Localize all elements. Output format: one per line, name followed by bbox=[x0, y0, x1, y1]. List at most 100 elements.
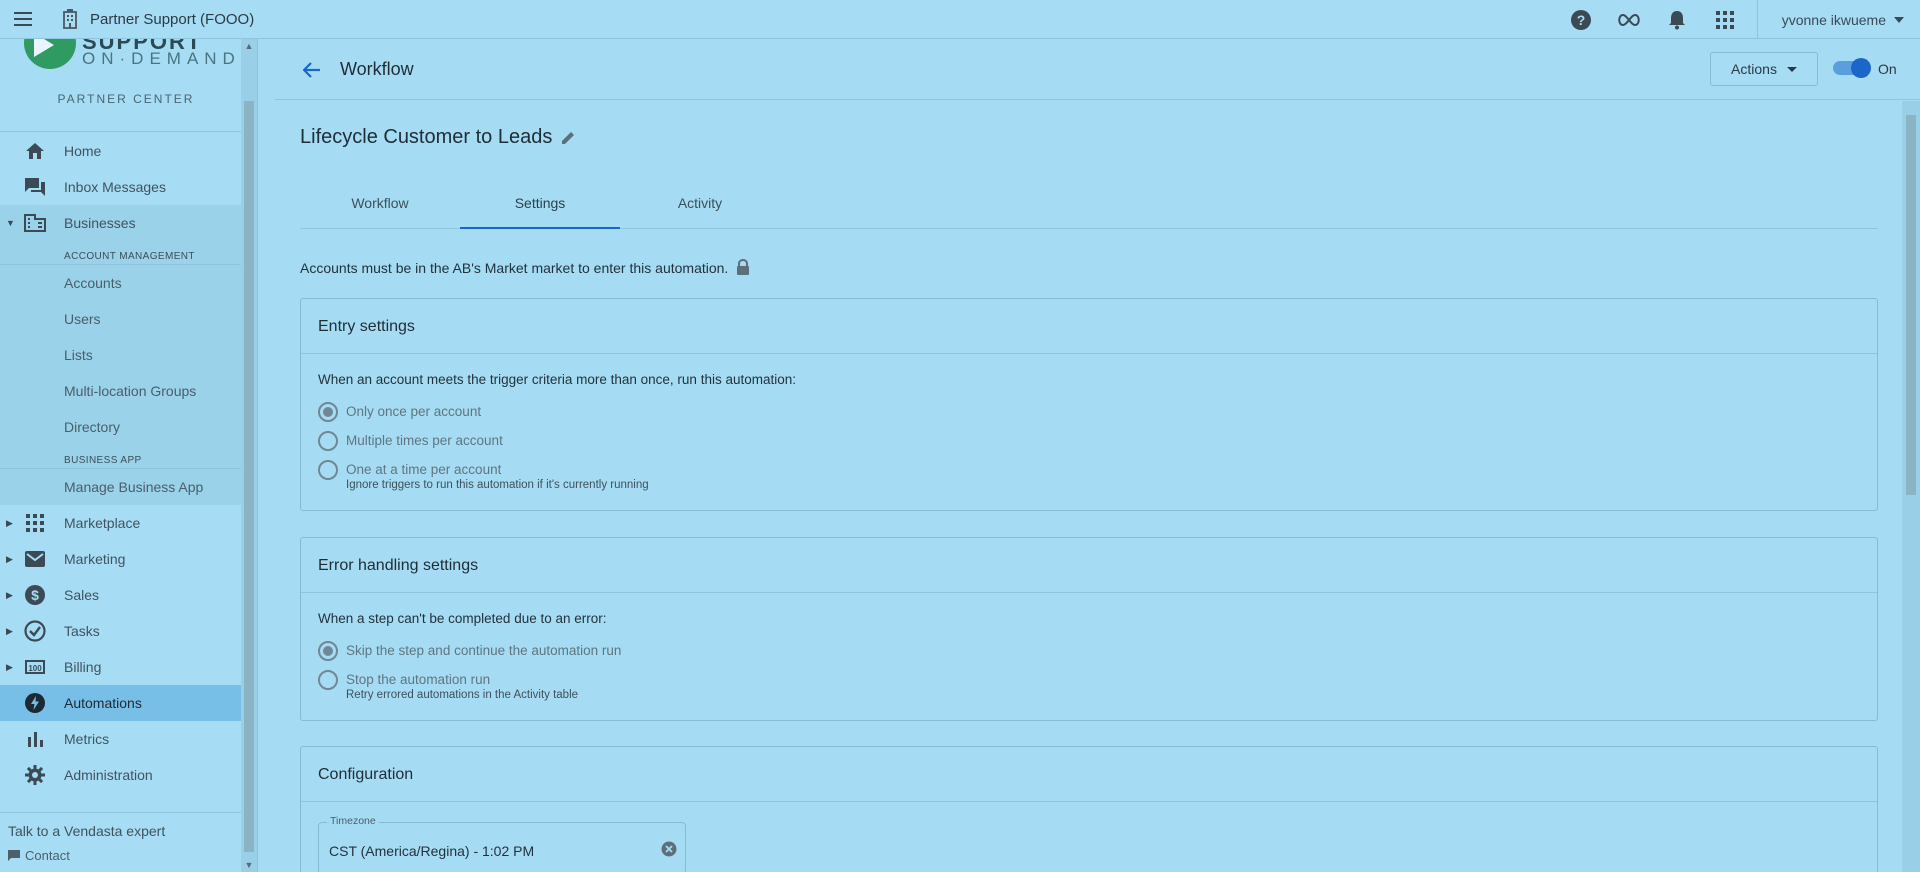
businesses-submenu: ACCOUNT MANAGEMENT Accounts Users Lists … bbox=[0, 241, 257, 505]
radio-button[interactable] bbox=[318, 401, 338, 422]
talk-to-expert-link[interactable]: Talk to a Vendasta expert bbox=[0, 823, 242, 839]
caret-right-icon: ▶ bbox=[6, 590, 13, 600]
menu-icon[interactable] bbox=[0, 0, 46, 39]
card-title: Error handling settings bbox=[301, 538, 1877, 593]
chat-icon bbox=[22, 175, 48, 199]
sidebar-item-accounts[interactable]: Accounts bbox=[0, 265, 257, 301]
radio-button[interactable] bbox=[318, 430, 338, 451]
sidebar-item-home[interactable]: Home bbox=[0, 133, 257, 169]
home-icon bbox=[22, 139, 48, 163]
sidebar-item-tasks[interactable]: ▶ Tasks bbox=[0, 613, 257, 649]
svg-text:?: ? bbox=[1576, 12, 1585, 28]
bar-chart-icon bbox=[22, 727, 48, 751]
radio-only-once[interactable]: Only once per account bbox=[318, 397, 1860, 426]
top-bar: Partner Support (FOOO) ? yvonne ikwueme bbox=[0, 0, 1920, 39]
sidebar-item-billing[interactable]: ▶ 100 Billing bbox=[0, 649, 257, 685]
timezone-value: CST (America/Regina) - 1:02 PM bbox=[329, 843, 535, 859]
actions-button[interactable]: Actions bbox=[1710, 52, 1818, 86]
radio-button[interactable] bbox=[318, 459, 338, 480]
svg-text:100: 100 bbox=[28, 664, 42, 673]
caret-right-icon: ▶ bbox=[6, 626, 13, 636]
scroll-down-icon[interactable]: ▼ bbox=[241, 858, 257, 872]
main-content: Lifecycle Customer to Leads Workflow Set… bbox=[275, 101, 1902, 872]
card-title: Entry settings bbox=[301, 299, 1877, 354]
error-question: When a step can't be completed due to an… bbox=[318, 611, 607, 626]
caret-right-icon: ▶ bbox=[6, 662, 13, 672]
billing-icon: 100 bbox=[22, 655, 48, 679]
tab-settings[interactable]: Settings bbox=[460, 183, 620, 229]
main-scrollbar[interactable] bbox=[1902, 101, 1920, 872]
workflow-tabs: Workflow Settings Activity bbox=[300, 183, 1878, 229]
bell-icon[interactable] bbox=[1653, 0, 1701, 39]
business-icon bbox=[22, 211, 48, 235]
sidebar-item-multi-location-groups[interactable]: Multi-location Groups bbox=[0, 373, 257, 409]
radio-button[interactable] bbox=[318, 669, 338, 690]
sidebar-item-directory[interactable]: Directory bbox=[0, 409, 257, 445]
timezone-label: Timezone bbox=[327, 815, 379, 827]
dollar-icon: $ bbox=[22, 583, 48, 607]
sidebar-item-users[interactable]: Users bbox=[0, 301, 257, 337]
sidebar-item-automations[interactable]: Automations bbox=[0, 685, 257, 721]
mail-icon bbox=[22, 547, 48, 571]
sidebar-item-sales[interactable]: ▶ $ Sales bbox=[0, 577, 257, 613]
partner-center-label: PARTNER CENTER bbox=[57, 92, 195, 106]
back-arrow-icon[interactable] bbox=[299, 57, 325, 83]
contact-link[interactable]: Contact bbox=[0, 848, 242, 863]
caret-right-icon: ▶ bbox=[6, 518, 13, 528]
lock-icon bbox=[736, 259, 750, 276]
sidebar-item-inbox[interactable]: Inbox Messages bbox=[0, 169, 257, 205]
help-icon[interactable]: ? bbox=[1557, 0, 1605, 39]
scroll-up-icon[interactable]: ▲ bbox=[241, 39, 257, 53]
sidebar: SUPPORT ON·DEMAND PARTNER CENTER Home In… bbox=[0, 39, 258, 872]
toggle-label: On bbox=[1878, 61, 1897, 77]
bolt-icon bbox=[22, 691, 48, 715]
clear-icon[interactable] bbox=[661, 841, 677, 857]
sidebar-nav: Home Inbox Messages ▼ Businesses ACCOUNT… bbox=[0, 133, 257, 793]
market-note: Accounts must be in the AB's Market mark… bbox=[300, 259, 750, 276]
sidebar-item-marketplace[interactable]: ▶ Marketplace bbox=[0, 505, 257, 541]
tab-workflow[interactable]: Workflow bbox=[300, 183, 460, 229]
caret-down-icon bbox=[1786, 66, 1797, 72]
radio-button[interactable] bbox=[318, 640, 338, 661]
chevron-down-icon bbox=[1894, 16, 1904, 23]
sidebar-item-manage-business-app[interactable]: Manage Business App bbox=[0, 469, 257, 505]
tab-activity[interactable]: Activity bbox=[620, 183, 780, 229]
svg-text:$: $ bbox=[31, 587, 39, 603]
user-name: yvonne ikwueme bbox=[1781, 11, 1886, 28]
caret-down-icon: ▼ bbox=[6, 218, 15, 228]
workflow-name: Lifecycle Customer to Leads bbox=[300, 126, 576, 149]
entry-question: When an account meets the trigger criter… bbox=[318, 372, 796, 387]
business-app-header: BUSINESS APP bbox=[0, 445, 257, 469]
sidebar-item-metrics[interactable]: Metrics bbox=[0, 721, 257, 757]
user-menu[interactable]: yvonne ikwueme bbox=[1756, 0, 1920, 39]
timezone-field[interactable]: Timezone CST (America/Regina) - 1:02 PM bbox=[318, 815, 686, 872]
radio-skip-step[interactable]: Skip the step and continue the automatio… bbox=[318, 636, 1860, 665]
grid-icon bbox=[22, 511, 48, 535]
sidebar-item-businesses[interactable]: ▼ Businesses bbox=[0, 205, 257, 241]
check-circle-icon bbox=[22, 619, 48, 643]
apps-grid-icon[interactable] bbox=[1701, 0, 1749, 39]
sidebar-item-marketing[interactable]: ▶ Marketing bbox=[0, 541, 257, 577]
page-header: Workflow Actions On bbox=[275, 39, 1920, 100]
error-hint: Retry errored automations in the Activit… bbox=[346, 689, 579, 701]
edit-pencil-icon[interactable] bbox=[560, 130, 576, 146]
entry-settings-card: Entry settings When an account meets the… bbox=[300, 298, 1878, 511]
org-switcher[interactable]: Partner Support (FOOO) bbox=[90, 11, 254, 28]
gear-icon bbox=[22, 763, 48, 787]
configuration-card: Configuration Timezone CST (America/Regi… bbox=[300, 746, 1878, 872]
caret-right-icon: ▶ bbox=[6, 554, 13, 564]
error-handling-card: Error handling settings When a step can'… bbox=[300, 537, 1878, 721]
account-management-header: ACCOUNT MANAGEMENT bbox=[0, 241, 257, 265]
chat-bubble-icon bbox=[8, 850, 20, 861]
sidebar-footer: Talk to a Vendasta expert Contact bbox=[0, 812, 242, 863]
sidebar-item-administration[interactable]: Administration bbox=[0, 757, 257, 793]
workflow-toggle[interactable] bbox=[1833, 58, 1871, 78]
infinity-icon[interactable] bbox=[1605, 0, 1653, 39]
brand-logo: SUPPORT ON·DEMAND PARTNER CENTER bbox=[0, 39, 242, 132]
page-title: Workflow bbox=[340, 59, 414, 79]
sidebar-item-lists[interactable]: Lists bbox=[0, 337, 257, 373]
radio-multiple-times[interactable]: Multiple times per account bbox=[318, 426, 1860, 455]
card-title: Configuration bbox=[301, 747, 1877, 802]
entry-hint: Ignore triggers to run this automation i… bbox=[346, 479, 649, 491]
sidebar-scrollbar[interactable]: ▲ ▼ bbox=[241, 39, 257, 872]
